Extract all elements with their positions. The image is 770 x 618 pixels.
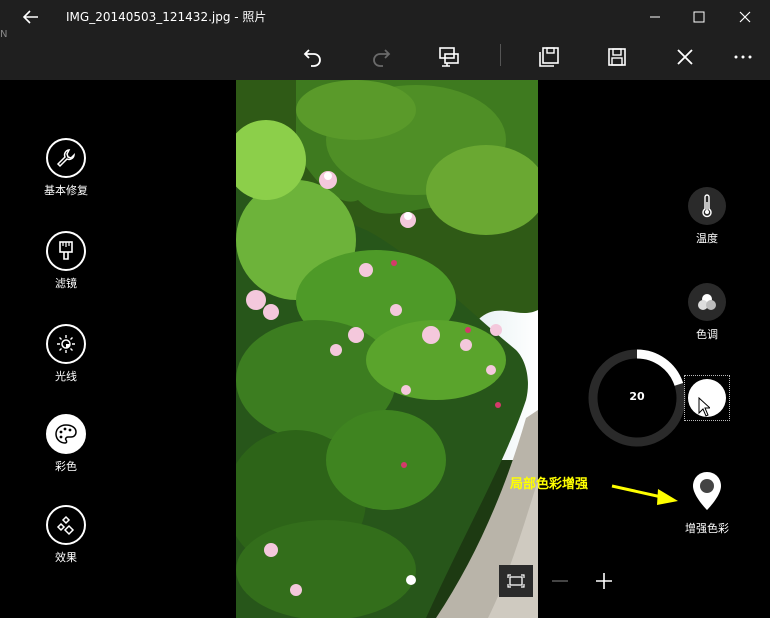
location-pin-icon bbox=[690, 470, 724, 516]
category-color[interactable]: 彩色 bbox=[26, 414, 106, 474]
save-icon[interactable] bbox=[602, 42, 632, 72]
effects-icon bbox=[46, 505, 86, 545]
tint-tool[interactable]: 色调 bbox=[677, 283, 737, 342]
category-basic-fix[interactable]: 基本修复 bbox=[26, 138, 106, 198]
dial-value: 20 bbox=[629, 390, 645, 403]
annotation-arrow-icon bbox=[610, 482, 680, 512]
palette-icon bbox=[46, 414, 86, 454]
category-label: 滤镜 bbox=[55, 277, 77, 290]
category-filters[interactable]: 滤镜 bbox=[26, 231, 106, 291]
category-label: 基本修复 bbox=[44, 184, 88, 197]
zoom-out-icon[interactable] bbox=[543, 565, 577, 597]
cancel-icon[interactable] bbox=[670, 42, 700, 72]
category-light[interactable]: 光线 bbox=[26, 324, 106, 384]
close-icon[interactable] bbox=[722, 0, 768, 33]
tint-label: 色调 bbox=[696, 328, 718, 341]
tint-icon bbox=[688, 283, 726, 321]
local-color-label: 增强色彩 bbox=[685, 522, 729, 535]
thermometer-icon bbox=[688, 187, 726, 225]
temperature-tool[interactable]: 温度 bbox=[677, 187, 737, 246]
minimize-icon[interactable] bbox=[632, 0, 678, 33]
category-effects[interactable]: 效果 bbox=[26, 505, 106, 565]
window-title: IMG_20140503_121432.jpg - 照片 bbox=[66, 10, 267, 24]
mouse-cursor-icon bbox=[698, 396, 712, 421]
zoom-bar bbox=[495, 565, 625, 597]
edit-toolbar bbox=[0, 33, 770, 80]
sun-icon bbox=[46, 324, 86, 364]
photo-canvas[interactable] bbox=[236, 80, 538, 618]
dial-progress bbox=[636, 349, 684, 386]
filter-icon bbox=[46, 231, 86, 271]
category-label: 光线 bbox=[55, 370, 77, 383]
compare-icon[interactable] bbox=[434, 42, 464, 72]
temperature-label: 温度 bbox=[696, 232, 718, 245]
category-label: 彩色 bbox=[55, 460, 77, 473]
local-color-tool[interactable]: 增强色彩 bbox=[676, 470, 738, 536]
adjustment-categories: 基本修复 滤镜 光线 彩色 效果 bbox=[0, 80, 130, 618]
save-copy-icon[interactable] bbox=[534, 42, 564, 72]
annotation-label: 局部色彩增强 bbox=[510, 477, 589, 492]
title-bar: IMG_20140503_121432.jpg - 照片 bbox=[0, 0, 770, 33]
svg-text:N: N bbox=[0, 29, 7, 39]
category-label: 效果 bbox=[55, 551, 77, 564]
wrench-icon bbox=[46, 138, 86, 178]
back-arrow-icon[interactable] bbox=[18, 6, 44, 28]
more-icon[interactable] bbox=[728, 42, 758, 72]
background-window-edge: N bbox=[0, 24, 8, 40]
maximize-icon[interactable] bbox=[676, 0, 722, 33]
redo-icon[interactable] bbox=[366, 42, 396, 72]
zoom-in-icon[interactable] bbox=[587, 565, 621, 597]
undo-icon[interactable] bbox=[298, 42, 328, 72]
color-intensity-dial[interactable]: 20 bbox=[586, 347, 688, 449]
toolbar-divider bbox=[500, 44, 501, 66]
fit-screen-icon[interactable] bbox=[499, 565, 533, 597]
